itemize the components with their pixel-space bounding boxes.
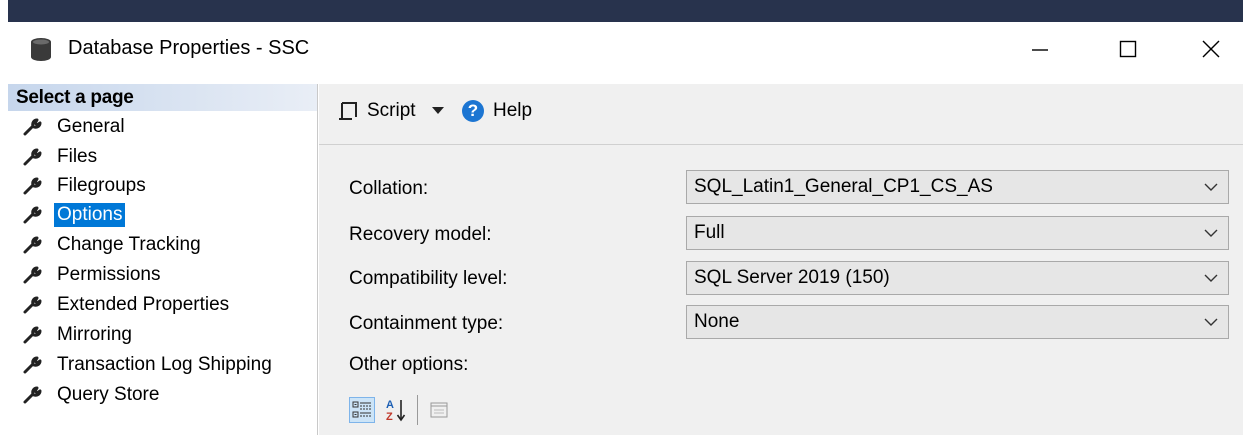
sidebar-header: Select a page <box>8 84 317 111</box>
other-options-label: Other options: <box>349 354 469 375</box>
containment-type-select[interactable]: None <box>686 305 1229 339</box>
sidebar-item-label: Mirroring <box>57 324 132 345</box>
wrench-icon <box>23 118 42 136</box>
svg-text:A: A <box>386 399 394 411</box>
wrench-icon <box>23 177 42 195</box>
window-title: Database Properties - SSC <box>68 37 310 59</box>
options-page: Script ? Help Collation: SQL_Latin1_Gene… <box>319 84 1243 435</box>
maximize-button[interactable] <box>1105 32 1151 66</box>
toolbar-separator <box>417 395 418 425</box>
sidebar-item-permissions[interactable]: Permissions <box>22 261 163 289</box>
sidebar-item-mirroring[interactable]: Mirroring <box>22 321 135 349</box>
sidebar-item-extended-properties[interactable]: Extended Properties <box>22 291 232 319</box>
wrench-icon <box>23 266 42 284</box>
sidebar-item-files[interactable]: Files <box>22 143 100 171</box>
collation-value: SQL_Latin1_General_CP1_CS_AS <box>694 176 993 197</box>
database-icon <box>30 37 52 61</box>
compatibility-level-value: SQL Server 2019 (150) <box>694 267 890 288</box>
page-toolbar: Script ? Help <box>319 84 1243 145</box>
sidebar-item-transaction-log-shipping[interactable]: Transaction Log Shipping <box>22 351 275 379</box>
collation-label: Collation: <box>349 178 429 199</box>
close-icon <box>1202 40 1220 58</box>
script-dropdown-arrow[interactable] <box>432 102 444 120</box>
sidebar-item-options[interactable]: Options <box>22 201 126 229</box>
window-top-strip <box>8 0 1243 22</box>
recovery-model-value: Full <box>694 222 725 243</box>
wrench-icon <box>23 326 42 344</box>
help-label: Help <box>493 100 533 121</box>
sidebar-item-label: Extended Properties <box>57 294 230 315</box>
containment-type-value: None <box>694 311 740 332</box>
chevron-down-icon <box>1204 318 1218 326</box>
sidebar-item-label: General <box>57 116 125 137</box>
sidebar-item-label: Filegroups <box>57 175 146 196</box>
other-options-toolbar: A Z <box>349 394 460 426</box>
help-icon: ? <box>462 100 484 122</box>
sidebar-item-general[interactable]: General <box>22 113 128 141</box>
wrench-icon <box>23 236 42 254</box>
close-button[interactable] <box>1188 32 1234 66</box>
wrench-icon <box>23 296 42 314</box>
categorized-view-button[interactable] <box>349 397 375 423</box>
sidebar-item-query-store[interactable]: Query Store <box>22 381 162 409</box>
chevron-down-icon <box>1204 229 1218 237</box>
categorized-icon <box>352 401 371 418</box>
maximize-icon <box>1119 40 1137 58</box>
chevron-down-icon <box>1204 274 1218 282</box>
script-button[interactable]: Script <box>337 97 416 125</box>
sidebar-item-change-tracking[interactable]: Change Tracking <box>22 231 204 259</box>
chevron-down-icon <box>1204 183 1218 191</box>
sidebar-item-filegroups[interactable]: Filegroups <box>22 172 149 200</box>
compatibility-level-label: Compatibility level: <box>349 268 508 289</box>
script-icon <box>339 102 357 120</box>
wrench-icon <box>23 356 42 374</box>
sidebar-item-label: Query Store <box>57 384 160 405</box>
sidebar-item-label: Files <box>57 146 98 167</box>
wrench-icon <box>23 206 42 224</box>
sidebar-item-label: Transaction Log Shipping <box>57 354 272 375</box>
sidebar-item-label: Permissions <box>57 264 161 285</box>
sort-az-icon: A Z <box>386 399 406 422</box>
wrench-icon <box>23 386 42 404</box>
sidebar-item-label: Options <box>54 203 126 227</box>
compatibility-level-select[interactable]: SQL Server 2019 (150) <box>686 261 1229 295</box>
recovery-model-select[interactable]: Full <box>686 216 1229 250</box>
caret-down-icon <box>432 107 444 114</box>
property-pages-icon <box>430 402 448 418</box>
recovery-model-label: Recovery model: <box>349 224 492 245</box>
property-pages-button[interactable] <box>426 397 452 423</box>
wrench-icon <box>23 148 42 166</box>
title-bar: Database Properties - SSC <box>8 22 1243 74</box>
minimize-button[interactable] <box>1017 32 1063 66</box>
svg-text:Z: Z <box>386 411 393 422</box>
containment-type-label: Containment type: <box>349 313 504 334</box>
minimize-icon <box>1032 49 1048 51</box>
script-label: Script <box>367 100 416 121</box>
help-button[interactable]: ? Help <box>462 97 532 125</box>
sidebar-item-label: Change Tracking <box>57 234 201 255</box>
collation-select[interactable]: SQL_Latin1_General_CP1_CS_AS <box>686 170 1229 204</box>
alphabetical-sort-button[interactable]: A Z <box>383 397 409 423</box>
page-selector-sidebar: Select a page General Files Filegroups O… <box>8 84 318 435</box>
